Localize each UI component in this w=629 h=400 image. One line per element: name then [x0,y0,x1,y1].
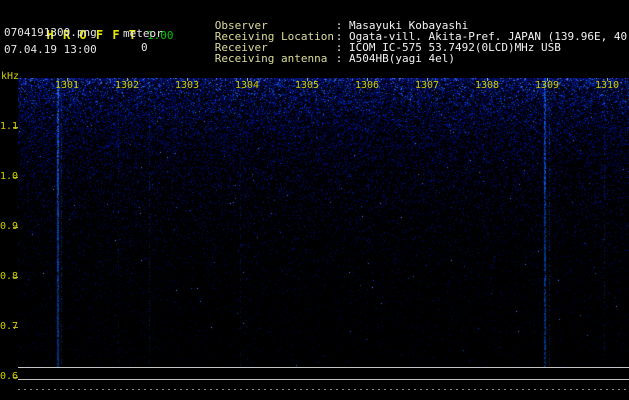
timestamp: 07.04.19 13:00 [4,43,97,56]
meteor-count: 0 [141,41,148,54]
time-tick-label: 1307 [415,80,439,91]
time-tick-label: 1309 [535,80,559,91]
time-tick-label: 1306 [355,80,379,91]
freq-axis-unit: kHz [1,71,19,82]
freq-tick-label: 0.6 [0,371,14,382]
time-tick-label: 1305 [295,80,319,91]
info-label: Receiving antenna [215,52,336,65]
time-tick-label: 1310 [595,80,619,91]
time-tick-label: 1308 [475,80,499,91]
freq-tick-label: 0.9 [0,221,14,232]
level-strip-top-line [18,367,629,368]
spectrogram-canvas [18,78,629,368]
level-strip-bottom-line [18,379,629,380]
time-tick-label: 1302 [115,80,139,91]
info-row-antenna: Receiving antenna: A504HB(yagi 4el) [175,39,455,78]
time-tick-label: 1303 [175,80,199,91]
freq-tick-label: 0.8 [0,271,14,282]
filename: 0704191300.png [4,26,97,39]
time-tick-label: 1301 [55,80,79,91]
mode-label: meteor [123,27,163,40]
freq-tick-label: 1.0 [0,171,14,182]
freq-tick-label: 1.1 [0,121,14,132]
level-strip-dotted-line [18,389,629,390]
info-colon: : [336,52,349,65]
hrofft-screen: H R O F F T 1.00 0704191300.png meteor 0 … [0,0,629,400]
freq-tick-label: 0.7 [0,321,14,332]
info-value: A504HB(yagi 4el) [349,52,455,65]
time-tick-label: 1304 [235,80,259,91]
